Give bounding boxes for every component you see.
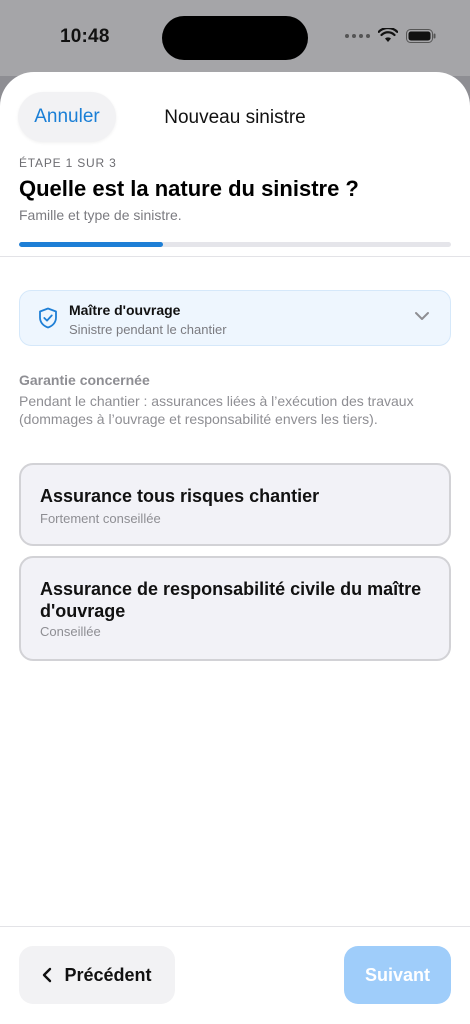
dynamic-island [162, 16, 308, 60]
divider [0, 926, 470, 927]
option-title: Assurance de responsabilité civile du ma… [40, 579, 422, 621]
role-subtitle: Sinistre pendant le chantier [69, 322, 227, 337]
battery-icon [406, 28, 436, 43]
sheet: Annuler Nouveau sinistre ÉTAPE 1 SUR 3 Q… [0, 72, 470, 1024]
previous-button[interactable]: Précédent [19, 946, 175, 1004]
role-title: Maître d'ouvrage [69, 302, 181, 318]
cellular-signal-icon [345, 33, 370, 38]
status-time: 10:48 [60, 26, 110, 47]
divider [0, 256, 470, 257]
step-subtitle: Famille et type de sinistre. [19, 207, 182, 223]
option-title: Assurance tous risques chantier [40, 486, 320, 506]
status-bar: 10:48 [0, 0, 470, 76]
option-card[interactable]: Assurance tous risques chantier Fortemen… [19, 463, 451, 546]
step-question: Quelle est la nature du sinistre ? [19, 176, 359, 201]
chevron-left-icon [43, 967, 52, 983]
progress-fill [19, 242, 163, 247]
guarantee-label: Garantie concernée [19, 372, 150, 388]
next-button[interactable]: Suivant [344, 946, 451, 1004]
shield-check-icon [39, 307, 57, 329]
next-label: Suivant [364, 964, 430, 985]
previous-label: Précédent [64, 964, 152, 985]
page-title: Nouveau sinistre [164, 107, 306, 128]
guarantee-description: Pendant le chantier : assurances liées à… [19, 393, 414, 427]
chevron-down-icon [415, 312, 429, 320]
option-subtitle: Conseillée [40, 624, 101, 639]
step-indicator: ÉTAPE 1 SUR 3 [19, 156, 117, 170]
option-subtitle: Fortement conseillée [40, 511, 161, 526]
progress-bar [19, 242, 451, 247]
status-icons [345, 28, 436, 43]
option-card[interactable]: Assurance de responsabilité civile du ma… [19, 556, 451, 661]
wifi-icon [378, 28, 398, 42]
role-selector[interactable]: Maître d'ouvrage Sinistre pendant le cha… [19, 290, 451, 346]
